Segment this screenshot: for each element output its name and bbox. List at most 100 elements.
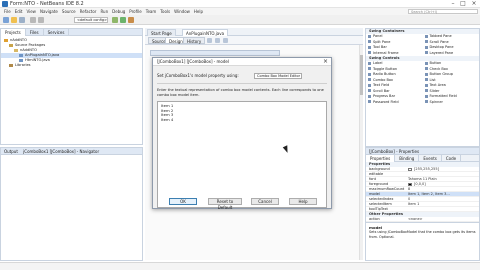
tab-start-page[interactable]: Start Page [147,29,176,36]
cancel-button[interactable]: Cancel [251,198,279,205]
projects-panel: Projects Files Services nAddNTO Source Pack… [0,28,143,145]
minimize-button[interactable]: – [448,0,458,8]
palette-item-label: Spinner [429,99,443,104]
component-icon [424,34,428,38]
menu-help[interactable]: Help [194,8,203,15]
dialog-title: [JComboBox1] [JComboBox] - model [153,58,331,66]
menu-refactor[interactable]: Refactor [80,8,97,15]
tab-events[interactable]: Events [419,155,442,162]
menu-profile[interactable]: Profile [129,8,141,15]
property-name: toolTipText [369,207,388,211]
tab-projects[interactable]: Projects [1,29,26,36]
debug-icon[interactable] [128,17,134,23]
property-value-text: 8 [408,187,411,191]
tree-item-label: HtmlNTO.java [25,58,50,62]
tree-item[interactable]: Libraries [1,63,142,68]
palette-item[interactable]: Spinner [423,100,480,106]
property-value[interactable] [406,207,479,211]
property-name: maximumRowCount [369,187,405,191]
undo-icon[interactable] [30,17,36,23]
editor-scrollbar[interactable] [359,45,363,260]
design-form[interactable] [150,50,280,56]
component-icon [424,61,428,65]
palette-item-label: Scroll Bar [373,88,390,93]
menu-source[interactable]: Source [62,8,76,15]
property-value[interactable]: Item 1 [406,202,479,206]
items-textarea[interactable]: Item 1 Item 2 Item 3 Item 4 [157,101,327,208]
property-value[interactable] [406,172,479,176]
search-input[interactable]: Search (Ctrl+I) [408,9,478,14]
palette-item-label: Scroll Pane [429,39,449,44]
window-title: Form:NTO - NetBeans IDE 8.2 [10,1,84,7]
component-icon [424,78,428,81]
tab-code[interactable]: Code [442,155,462,162]
output-tab[interactable]: Output [4,149,18,154]
palette-grid: Label Button Toggle Button Check Box Radio B… [366,61,479,105]
menu-navigate[interactable]: Navigate [40,8,58,15]
menu-team[interactable]: Team [146,8,157,15]
menu-debug[interactable]: Debug [112,8,125,15]
connection-mode-icon[interactable] [215,38,220,43]
editor-scrollbar-thumb[interactable] [360,55,363,95]
properties-tabs: Properties Binding Events Code [366,155,479,162]
preview-design-icon[interactable] [223,38,228,43]
menu-window[interactable]: Window [174,8,190,15]
selection-mode-icon[interactable] [207,38,212,43]
property-value-text: Item 1 [408,202,420,206]
palette-item[interactable]: Layered Pane [423,51,480,57]
menu-file[interactable]: File [4,8,11,15]
close-button[interactable]: × [469,0,479,8]
component-icon [368,78,371,81]
tree-item-label: nAddNTO [20,48,37,52]
property-value-text: [0,0,0] [414,182,426,186]
app-icon [2,1,8,7]
property-value[interactable]: [255,255,255] [406,167,479,171]
property-name: model [369,192,380,196]
instructions-text: Enter the textual representation of comb… [157,88,324,97]
dialog-close-icon[interactable]: × [323,58,328,66]
redo-icon[interactable] [38,17,44,23]
property-value[interactable]: [0,0,0] [406,182,479,186]
history-view-button[interactable]: History [183,37,206,44]
property-value[interactable]: Tahoma 11 Plain [406,177,479,181]
property-value-text: [255,255,255] [414,167,439,171]
new-project-icon[interactable] [3,17,9,23]
project-tree: nAddNTO Source Packages nAddNTO AnPlugainNT… [1,36,142,68]
tab-anplugainnto[interactable]: AnPlugainNTO.java [182,29,229,36]
reset-to-default-button[interactable]: Reset to Default [208,198,242,210]
menu-edit[interactable]: Edit [15,8,23,15]
menu-view[interactable]: View [26,8,36,15]
navigator-panel: Output jComboBox1 [JComboBox] - Navigato… [0,147,143,261]
tab-files[interactable]: Files [26,29,44,36]
property-value[interactable]: Item 1, Item 2, Item 3... [406,192,479,196]
tab-binding[interactable]: Binding [395,155,420,162]
menu-run[interactable]: Run [100,8,108,15]
tab-properties[interactable]: Properties [366,155,396,162]
title-bar: Form:NTO - NetBeans IDE 8.2 – □ × [0,0,480,8]
component-icon [368,67,371,70]
tab-services[interactable]: Services [44,29,70,36]
palette-item-label: Internal Frame [373,50,399,55]
run-icon[interactable] [120,17,126,23]
property-value[interactable]: <none> [406,217,479,221]
property-value[interactable]: 8 [406,187,479,191]
maximize-button[interactable]: □ [458,0,468,8]
component-icon [368,100,371,103]
editor-type-select[interactable]: Combo Box Model Editor [254,73,302,79]
property-value-text: 0 [408,197,411,201]
property-name: background [369,167,390,171]
properties-table: background [255,255,255] editable font Tahom… [366,167,479,222]
component-icon [368,61,371,65]
save-icon[interactable] [19,17,25,23]
palette-item-label: Tabbed Pane [429,34,452,38]
help-button[interactable]: Help [289,198,317,205]
open-project-icon[interactable] [11,17,17,23]
palette-item[interactable]: Password Field [366,100,423,106]
property-name: font [369,177,376,181]
config-select[interactable]: <default config> [74,17,108,23]
build-icon[interactable] [112,17,118,23]
menu-tools[interactable]: Tools [160,8,170,15]
property-value[interactable]: 0 [406,197,479,201]
component-icon [368,40,371,43]
ok-button[interactable]: OK [169,198,197,205]
